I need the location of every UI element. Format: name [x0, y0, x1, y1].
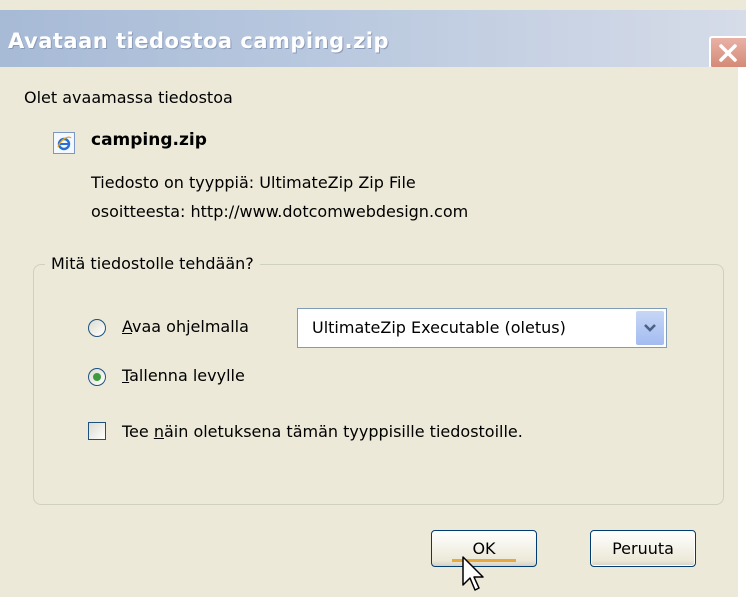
checkbox-mnemonic: n: [153, 422, 164, 441]
save-to-disk-label[interactable]: Tallenna levylle: [122, 366, 245, 385]
window-title: Avataan tiedostoa camping.zip: [8, 29, 390, 53]
file-type-row: Tiedosto on tyyppiä: UltimateZip Zip Fil…: [91, 173, 416, 192]
open-with-text: vaa ohjelmalla: [132, 317, 249, 336]
groupbox-legend: Mitä tiedostolle tehdään?: [45, 254, 260, 273]
open-with-label[interactable]: Avaa ohjelmalla: [122, 317, 249, 336]
checkbox-text: äin oletuksena tämän tyyppisille tiedost…: [163, 422, 523, 441]
open-with-mnemonic: A: [122, 317, 133, 336]
checkbox-prefix: Tee: [122, 422, 154, 441]
close-button[interactable]: [709, 36, 746, 69]
window-edge: [738, 67, 746, 597]
always-do-this-checkbox[interactable]: [88, 422, 106, 440]
always-do-this-label[interactable]: Tee näin oletuksena tämän tyyppisille ti…: [122, 422, 523, 441]
title-bar[interactable]: Avataan tiedostoa camping.zip: [0, 10, 746, 69]
file-name: camping.zip: [91, 130, 207, 150]
file-type-value: UltimateZip Zip File: [259, 173, 416, 192]
dropdown-button[interactable]: [636, 311, 664, 345]
ok-button[interactable]: OK: [431, 530, 537, 567]
mouse-cursor-icon: [462, 556, 484, 591]
program-select[interactable]: UltimateZip Executable (oletus): [297, 308, 667, 348]
internet-explorer-file-icon: [53, 132, 75, 154]
program-select-value: UltimateZip Executable (oletus): [312, 318, 566, 337]
close-icon: [719, 44, 737, 62]
file-source-row: osoitteesta: http://www.dotcomwebdesign.…: [91, 202, 468, 221]
file-source-label: osoitteesta:: [91, 202, 186, 221]
chevron-down-icon: [644, 324, 656, 332]
save-to-disk-radio[interactable]: [88, 368, 106, 386]
file-source-url: http://www.dotcomwebdesign.com: [190, 202, 469, 221]
save-text: allenna levylle: [129, 366, 245, 385]
open-with-radio[interactable]: [88, 319, 106, 337]
intro-text: Olet avaamassa tiedostoa: [24, 88, 233, 107]
file-type-label: Tiedosto on tyyppiä:: [91, 173, 255, 192]
cancel-button[interactable]: Peruuta: [590, 530, 696, 567]
file-download-dialog: Avataan tiedostoa camping.zip Olet avaam…: [0, 0, 746, 597]
